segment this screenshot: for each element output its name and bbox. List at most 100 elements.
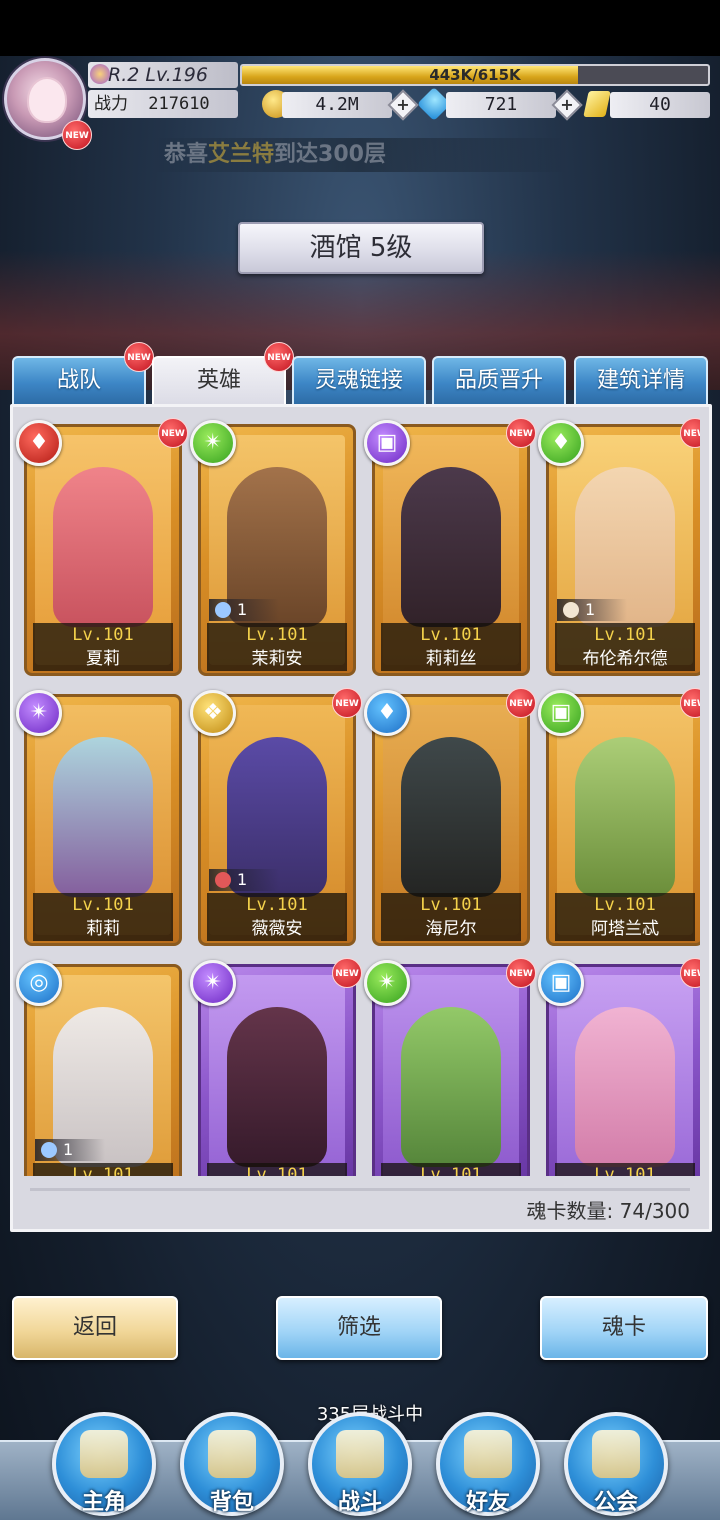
card-new-badge: NEW <box>506 418 536 448</box>
hero-figure <box>227 1007 327 1167</box>
status-bar-area <box>0 0 720 56</box>
card-new-badge: NEW <box>332 958 362 988</box>
notice-suffix: 到达300层 <box>274 142 386 167</box>
nav-label: 公会 <box>593 1490 638 1515</box>
soul-card-button[interactable]: 魂卡 <box>540 1296 708 1360</box>
building-title: 酒馆 5级 <box>238 222 484 274</box>
nav-label: 背包 <box>209 1490 254 1515</box>
wind-element-icon: ✴ <box>16 690 62 736</box>
notice-player-name: 艾兰特 <box>208 142 275 167</box>
hero-level: Lv.101 <box>381 623 521 647</box>
card-new-badge: NEW <box>332 688 362 718</box>
star-count: 1 <box>209 599 279 621</box>
guild-crest-icon <box>592 1430 640 1478</box>
hero-level: Lv.101 <box>555 623 695 647</box>
tab-team-new-badge: NEW <box>124 342 154 372</box>
star-count: 1 <box>209 869 279 891</box>
star-value: 1 <box>237 870 248 889</box>
crystal-amount: 721 <box>446 92 556 118</box>
sword-element-icon: ♦ <box>16 420 62 466</box>
hero-figure <box>575 737 675 897</box>
power-label: 战力 <box>94 94 128 114</box>
star-count: 1 <box>35 1139 105 1161</box>
scroll-element-icon: ▣ <box>538 960 584 1006</box>
hero-level: Lv.101 <box>33 623 173 647</box>
avatar-new-badge: NEW <box>62 120 92 150</box>
hero-name: 莉莉 <box>33 917 173 941</box>
hero-name: 布伦希尔德 <box>555 647 695 671</box>
gold-amount: 4.2M <box>282 92 392 118</box>
hero-figure <box>53 467 153 627</box>
nav-label: 战斗 <box>337 1490 382 1515</box>
star-count: 1 <box>557 599 627 621</box>
soul-card-count: 魂卡数量: 74/300 <box>526 1199 690 1223</box>
scroll-element-icon: ▣ <box>538 690 584 736</box>
hero-figure <box>575 1007 675 1167</box>
swords-icon <box>336 1430 384 1478</box>
hero-icon <box>80 1430 128 1478</box>
hero-level: Lv.101 <box>207 1163 347 1176</box>
hero-level: Lv.101 <box>33 893 173 917</box>
plus-icon: + <box>396 95 410 114</box>
hero-figure <box>53 737 153 897</box>
tab-label: 战队 <box>56 368 101 393</box>
hero-figure <box>401 467 501 627</box>
star-icon <box>215 872 231 888</box>
notice-prefix: 恭喜 <box>164 142 209 167</box>
wind-element-icon: ✴ <box>364 960 410 1006</box>
scroll-element-icon: ▣ <box>364 420 410 466</box>
filter-button[interactable]: 筛选 <box>276 1296 442 1360</box>
power-row: 战力 217610 <box>88 90 238 118</box>
hero-name: 莉莉丝 <box>381 647 521 671</box>
star-icon <box>41 1142 57 1158</box>
hero-figure <box>401 737 501 897</box>
exp-bar: 443K/615K <box>240 64 710 86</box>
hero-card-grid[interactable]: Lv.101 夏莉 ♦ NEW 1 Lv.101 茉莉安 ✴ Lv.101 莉莉… <box>12 416 700 1176</box>
wind-element-icon: ✴ <box>190 960 236 1006</box>
tab-label: 灵魂链接 <box>314 368 403 393</box>
tab-quality-upgrade[interactable]: 品质晋升 <box>432 356 566 404</box>
nav-label: 主角 <box>81 1490 126 1515</box>
hero-name: 茉莉安 <box>207 647 347 671</box>
power-value: 217610 <box>148 94 210 114</box>
backpack-icon <box>208 1430 256 1478</box>
card-new-badge: NEW <box>158 418 188 448</box>
hero-level: Lv.101 <box>381 1163 521 1176</box>
tab-label: 建筑详情 <box>596 368 685 393</box>
hero-level: Lv.101 <box>555 893 695 917</box>
rank-level: R.2 Lv.196 <box>88 62 238 88</box>
hero-name: 海尼尔 <box>381 917 521 941</box>
gem-amount: 40 <box>610 92 710 118</box>
back-button[interactable]: 返回 <box>12 1296 178 1360</box>
handshake-icon <box>464 1430 512 1478</box>
broadcast-notice: 恭喜艾兰特到达300层 <box>150 138 570 172</box>
exp-text: 443K/615K <box>429 66 521 84</box>
hero-name: 夏莉 <box>33 647 173 671</box>
star-icon <box>563 602 579 618</box>
hero-level: Lv.101 <box>207 623 347 647</box>
avatar-face <box>27 77 67 123</box>
sword-element-icon: ♦ <box>364 690 410 736</box>
tab-building-details[interactable]: 建筑详情 <box>574 356 708 404</box>
tab-label: 英雄 <box>196 368 241 393</box>
hero-level: Lv.101 <box>381 893 521 917</box>
rank-icon <box>90 64 110 84</box>
star-value: 1 <box>585 600 596 619</box>
tab-heroes-new-badge: NEW <box>264 342 294 372</box>
hero-level: Lv.101 <box>33 1163 173 1176</box>
wing-element-icon: ❖ <box>190 690 236 736</box>
star-value: 1 <box>237 600 248 619</box>
hero-figure <box>401 1007 501 1167</box>
hero-level: Lv.101 <box>555 1163 695 1176</box>
card-new-badge: NEW <box>506 688 536 718</box>
tab-label: 品质晋升 <box>454 368 543 393</box>
nav-label: 好友 <box>465 1490 510 1515</box>
hero-level: Lv.101 <box>207 893 347 917</box>
magnifier-element-icon: ◎ <box>16 960 62 1006</box>
tab-soul-link[interactable]: 灵魂链接 <box>292 356 426 404</box>
star-icon <box>215 602 231 618</box>
panel-divider <box>30 1188 690 1191</box>
hero-name: 阿塔兰忒 <box>555 917 695 941</box>
card-new-badge: NEW <box>506 958 536 988</box>
star-value: 1 <box>63 1140 74 1159</box>
